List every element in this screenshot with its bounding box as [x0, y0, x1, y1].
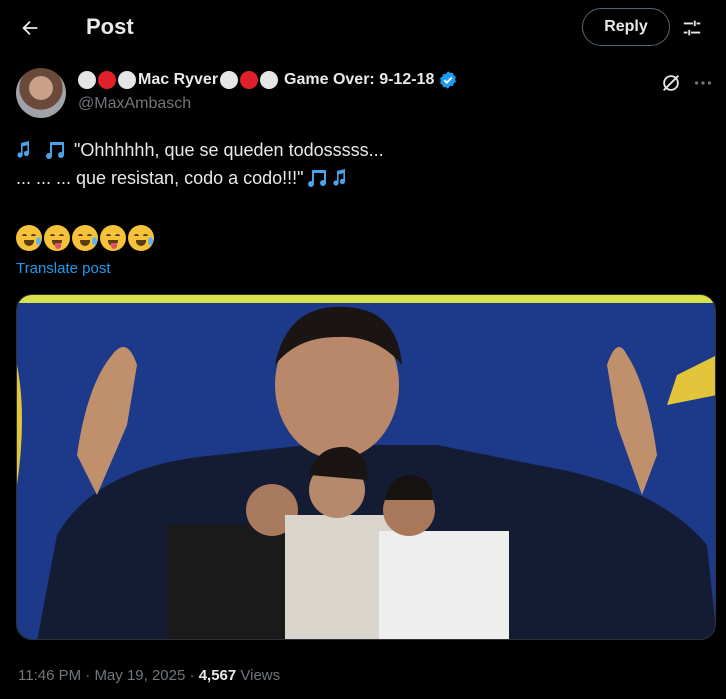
emoji-row: [16, 225, 154, 251]
sliders-icon: [683, 20, 701, 36]
post-date[interactable]: May 19, 2025: [94, 667, 185, 684]
post-text-line: "Ohhhhhh, que se queden todosssss...: [16, 136, 706, 164]
smiling-tear-emoji-icon: [16, 225, 42, 251]
back-button[interactable]: [14, 12, 46, 44]
settings-button[interactable]: [678, 14, 706, 42]
red-circle-icon: [98, 71, 116, 89]
drooling-face-emoji-icon: [44, 225, 70, 251]
post-image-illustration: [17, 295, 715, 639]
views-label: Views: [236, 667, 281, 684]
display-name-part2: Game Over: 9-12-18: [284, 71, 435, 88]
post-text-line: ... ... ... que resistan, codo a codo!!!…: [16, 164, 706, 192]
music-note-icon: [307, 170, 326, 188]
smiling-tear-emoji-icon: [128, 225, 154, 251]
red-circle-icon: [240, 71, 259, 89]
white-circle-icon: [220, 71, 239, 89]
post-text: "Ohhhhhh, que se queden todosssss... ...…: [16, 136, 706, 192]
display-name-part1: Mac Ryver: [138, 71, 219, 88]
post-time[interactable]: 11:46 PM: [18, 667, 81, 684]
more-horizontal-icon[interactable]: [692, 72, 714, 94]
post-text-line1: "Ohhhhhh, que se queden todosssss...: [74, 140, 384, 160]
arrow-left-icon: [22, 20, 38, 36]
page-title: Post: [86, 14, 134, 39]
grok-icon[interactable]: [660, 72, 682, 94]
top-bar: Post Reply: [0, 0, 726, 56]
post-text-line2: ... ... ... que resistan, codo a codo!!!…: [16, 168, 304, 188]
translate-post-link[interactable]: Translate post: [16, 260, 111, 277]
music-notes-icon: [332, 169, 345, 186]
smiling-tear-emoji-icon: [72, 225, 98, 251]
verified-badge-icon[interactable]: [438, 70, 458, 90]
white-circle-icon: [78, 71, 96, 89]
user-handle[interactable]: @MaxAmbasch: [78, 95, 191, 113]
music-note-icon: [46, 142, 65, 160]
white-circle-icon: [260, 71, 279, 89]
post-metadata: 11:46 PM · May 19, 2025 · 4,567 Views: [18, 667, 280, 684]
post-author: Mac Ryver Game Over: 9-12-18 @MaxAmbasch: [16, 66, 716, 120]
reply-button[interactable]: Reply: [582, 8, 670, 46]
music-notes-icon: [17, 141, 29, 158]
display-name[interactable]: Mac Ryver Game Over: 9-12-18: [78, 70, 458, 90]
post-image[interactable]: [16, 294, 716, 640]
views-count[interactable]: 4,567: [199, 667, 237, 684]
avatar[interactable]: [16, 68, 66, 118]
meta-separator: ·: [185, 667, 199, 684]
meta-separator: ·: [81, 667, 95, 684]
white-circle-icon: [118, 71, 136, 89]
drooling-face-emoji-icon: [100, 225, 126, 251]
